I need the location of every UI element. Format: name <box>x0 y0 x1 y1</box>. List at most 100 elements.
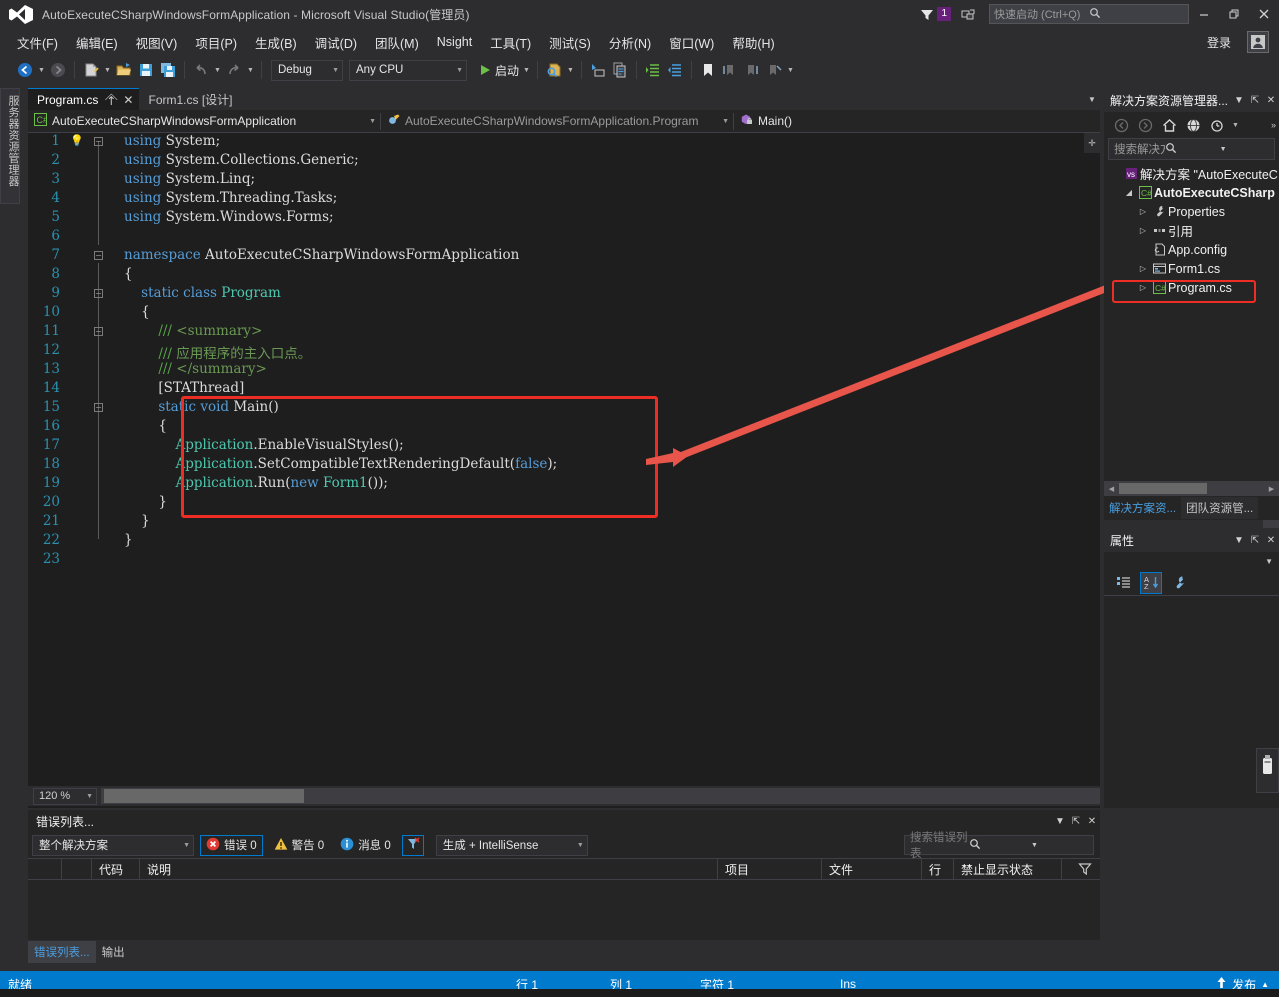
build-intellisense-combo[interactable]: 生成 + IntelliSense ▼ <box>435 834 588 856</box>
scrollbar-thumb[interactable] <box>104 789 304 803</box>
code-line[interactable]: 5 using System.Windows.Forms; <box>28 209 1084 228</box>
scroll-split-handle[interactable]: ✛ <box>1084 133 1100 153</box>
menu-item-file[interactable]: 文件(F) <box>8 30 67 55</box>
chevron-down-icon[interactable]: ▼ <box>722 118 729 125</box>
error-scope-combo[interactable]: 整个解决方案 ▼ <box>32 834 194 856</box>
code-line[interactable]: 7 − namespace AutoExecuteCSharpWindowsForm… <box>28 247 1084 266</box>
properties-wrench-icon[interactable] <box>1168 572 1190 594</box>
chevron-down-icon[interactable]: ▼ <box>1052 809 1068 833</box>
code-line[interactable]: 2 using System.Collections.Generic; <box>28 152 1084 171</box>
code-line[interactable]: 22} <box>28 532 1084 551</box>
menu-item-debug[interactable]: 调试(D) <box>306 30 366 55</box>
search-icon[interactable] <box>969 838 1028 853</box>
menu-item-test[interactable]: 测试(S) <box>540 30 600 55</box>
code-line[interactable]: 3 using System.Linq; <box>28 171 1084 190</box>
solution-tree[interactable]: vs 解决方案 "AutoExecuteC ◢ C# AutoExecuteCSharp… <box>1104 160 1279 297</box>
bookmark-icon[interactable] <box>697 59 719 81</box>
menu-item-project[interactable]: 项目(P) <box>186 30 246 55</box>
solution-explorer-hscrollbar[interactable]: ◀ ▶ <box>1104 481 1279 496</box>
menu-item-tools[interactable]: 工具(T) <box>481 30 540 55</box>
categorized-view-icon[interactable] <box>1112 572 1134 594</box>
server-explorer-dock-tab[interactable]: 服务器资源管理器 <box>0 88 20 204</box>
increase-indent-icon[interactable] <box>642 59 664 81</box>
nav-member-combo[interactable]: Main() <box>734 110 1100 133</box>
scroll-right-icon[interactable]: ▶ <box>1264 485 1279 493</box>
chevron-down-icon[interactable]: ▼ <box>1217 146 1271 153</box>
restore-icon[interactable] <box>1219 0 1249 28</box>
save-all-icon[interactable] <box>157 59 179 81</box>
account-icon[interactable] <box>1247 31 1269 53</box>
step-into-icon[interactable] <box>587 59 609 81</box>
column-description[interactable]: 说明 <box>140 859 718 879</box>
fold-toggle-icon[interactable]: − <box>94 403 103 412</box>
column-suppression-state[interactable]: 禁止显示状态 <box>954 859 1062 879</box>
screen-share-icon[interactable] <box>957 8 979 21</box>
chevron-down-icon[interactable]: ▼ <box>175 842 190 849</box>
menu-item-nsight[interactable]: Nsight <box>428 32 481 52</box>
errors-filter-button[interactable]: 错误 0 <box>200 834 263 856</box>
close-icon[interactable]: ✕ <box>123 93 133 107</box>
feedback-icon[interactable]: 1 <box>920 7 951 21</box>
platform-combo[interactable]: Any CPU ▼ <box>349 59 467 81</box>
column-project[interactable]: 项目 <box>718 859 822 879</box>
pin-icon[interactable]: ⇱ <box>1247 88 1263 112</box>
new-project-icon[interactable] <box>80 59 102 81</box>
back-dropdown-icon[interactable]: ▼ <box>36 59 47 81</box>
fold-toggle-icon[interactable]: − <box>94 289 103 298</box>
close-icon[interactable] <box>1249 0 1279 28</box>
code-line[interactable]: 1 💡 − using System; <box>28 133 1084 152</box>
code-line[interactable]: 4 using System.Threading.Tasks; <box>28 190 1084 209</box>
code-line[interactable]: 15 − static void Main() <box>28 399 1084 418</box>
column-file[interactable]: 文件 <box>822 859 922 879</box>
tree-item[interactable]: vs 解决方案 "AutoExecuteC <box>1104 164 1279 183</box>
chevron-down-icon[interactable]: ▼ <box>1230 114 1241 136</box>
column-severity[interactable] <box>62 859 92 879</box>
save-icon[interactable] <box>135 59 157 81</box>
error-search-input[interactable]: 搜索错误列表 ▼ <box>904 832 1094 860</box>
configuration-combo[interactable]: Debug ▼ <box>271 59 343 81</box>
menu-item-analyze[interactable]: 分析(N) <box>600 30 660 55</box>
code-line[interactable]: 13 /// </summary> <box>28 361 1084 380</box>
copy-icon[interactable] <box>609 59 631 81</box>
menu-item-help[interactable]: 帮助(H) <box>723 30 783 55</box>
pin-icon[interactable]: ⇱ <box>1068 809 1084 833</box>
code-line[interactable]: 19 Application.Run(new Form1()); <box>28 475 1084 494</box>
code-line[interactable]: 17 Application.EnableVisualStyles(); <box>28 437 1084 456</box>
tab-error-list[interactable]: 错误列表... <box>28 941 96 963</box>
tree-item[interactable]: ▷ Properties <box>1104 202 1279 221</box>
chevron-down-icon[interactable]: ▼ <box>450 67 463 74</box>
sync-views-icon[interactable] <box>1182 114 1204 136</box>
editor-tab-program-cs[interactable]: Program.cs ⇱ ✕ <box>28 88 140 110</box>
chevron-down-icon[interactable]: ▼ <box>326 67 339 74</box>
find-dropdown-icon[interactable]: ▼ <box>565 59 576 81</box>
start-debug-button[interactable]: 启动 <box>477 62 521 79</box>
code-line[interactable]: 10 { <box>28 304 1084 323</box>
editor-horizontal-scrollbar[interactable] <box>101 788 1100 804</box>
pending-changes-icon[interactable] <box>1206 114 1228 136</box>
close-icon[interactable]: ✕ <box>1084 809 1100 833</box>
lightbulb-icon[interactable]: 💡 <box>70 134 84 147</box>
search-icon[interactable] <box>1165 142 1216 157</box>
scroll-left-icon[interactable]: ◀ <box>1104 485 1119 493</box>
close-icon[interactable]: ✕ <box>1263 88 1279 112</box>
code-line[interactable]: 16 { <box>28 418 1084 437</box>
code-line[interactable]: 14 [STAThread] <box>28 380 1084 399</box>
code-line[interactable]: 21 } <box>28 513 1084 532</box>
chevron-down-icon[interactable]: ▼ <box>1231 88 1247 112</box>
quick-launch-input[interactable]: 快速启动 (Ctrl+Q) <box>989 4 1189 24</box>
tree-item[interactable]: ▷ 引用 <box>1104 221 1279 240</box>
open-file-icon[interactable] <box>113 59 135 81</box>
chevron-down-icon[interactable]: ▼ <box>86 793 93 800</box>
column-line[interactable]: 行 <box>922 859 954 879</box>
zoom-level-combo[interactable]: 120 % ▼ <box>33 787 97 805</box>
tree-item[interactable]: ◢ C# AutoExecuteCSharp <box>1104 183 1279 202</box>
new-project-dropdown-icon[interactable]: ▼ <box>102 59 113 81</box>
caret-up-icon[interactable]: ▲ <box>1261 980 1269 989</box>
code-line[interactable]: 9 − static class Program <box>28 285 1084 304</box>
chevron-down-icon[interactable]: ▼ <box>369 118 376 125</box>
code-line[interactable]: 18 Application.SetCompatibleTextRenderin… <box>28 456 1084 475</box>
properties-object-combo[interactable]: ▼ <box>1104 552 1279 570</box>
chevron-down-icon[interactable]: ▼ <box>1231 528 1247 552</box>
tab-output[interactable]: 输出 <box>96 941 131 963</box>
editor-tab-form1-designer[interactable]: Form1.cs [设计] <box>139 88 238 110</box>
